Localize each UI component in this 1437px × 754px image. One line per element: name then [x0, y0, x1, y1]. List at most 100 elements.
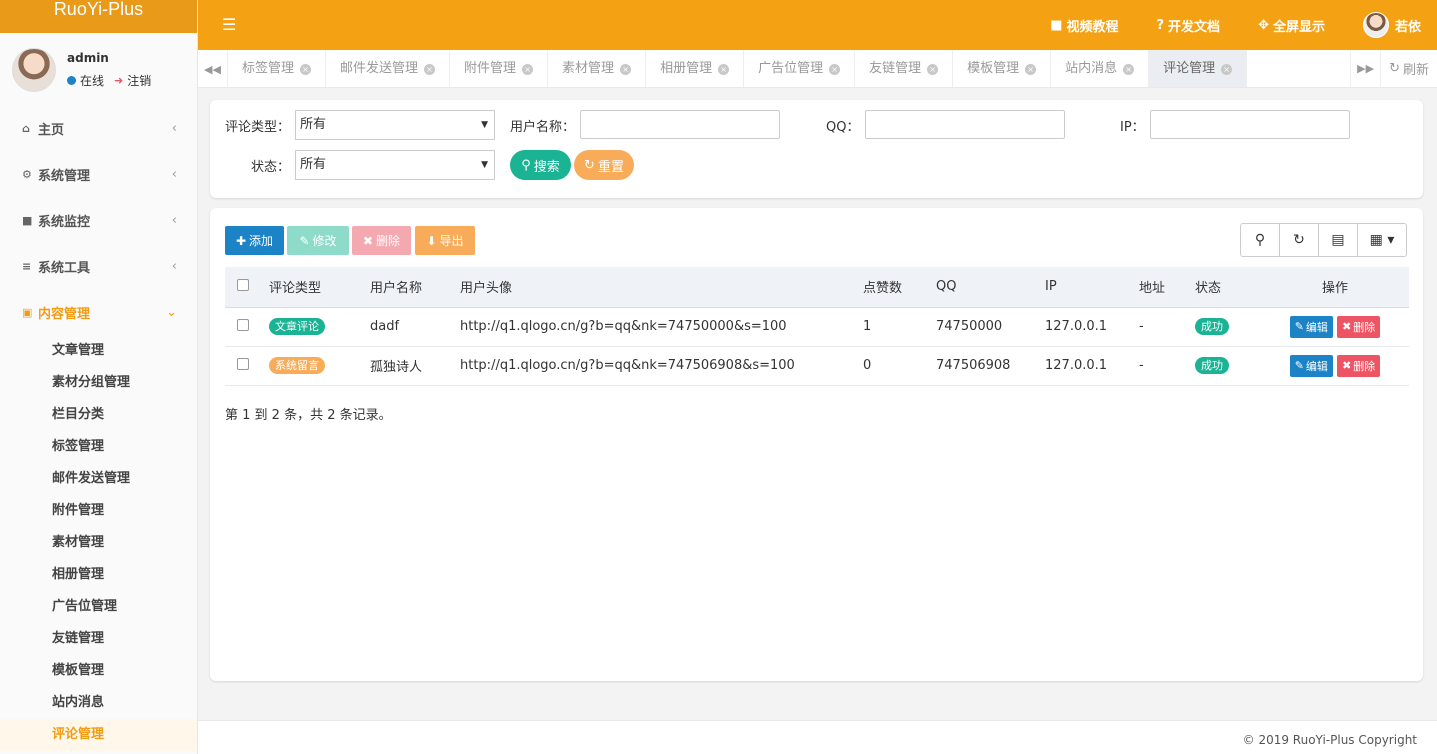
col-header[interactable]: IP	[1033, 267, 1127, 308]
button-label: 修改	[312, 234, 337, 248]
page-tab[interactable]: 素材管理 ×	[548, 50, 647, 87]
sidebar-item-label: 系统监控	[38, 214, 91, 230]
close-icon[interactable]: ×	[718, 63, 730, 75]
sidebar-item-tools[interactable]: ≡ 系统工具 ‹	[0, 243, 197, 289]
username-input[interactable]	[580, 110, 780, 139]
submenu-item[interactable]: 广告位管理	[0, 591, 197, 623]
close-icon[interactable]: ×	[1025, 63, 1037, 75]
row-delete-button[interactable]: ✖ 删除	[1337, 354, 1381, 377]
search-button[interactable]: ⚲ 搜索	[510, 150, 571, 180]
username-label: 用户名称：	[510, 120, 576, 135]
submenu-item-current[interactable]: 评论管理	[0, 719, 197, 751]
top-links: ■ 视频教程 ? 开发文档 ✥ 全屏显示 若依	[1050, 0, 1437, 50]
columns-icon[interactable]: ▦ ▾	[1358, 224, 1406, 256]
search-form-panel: 评论类型： 所有 ▼ 用户名称： QQ： IP： 状态： 所有 ▼ ⚲ 搜索 ↻…	[210, 100, 1423, 198]
page-tab[interactable]: 广告位管理 ×	[744, 50, 856, 87]
refresh-icon[interactable]: ↻	[1280, 224, 1319, 256]
page-tab[interactable]: 友链管理 ×	[855, 50, 954, 87]
close-icon[interactable]: ×	[522, 63, 534, 75]
page-tab[interactable]: 邮件发送管理 ×	[326, 50, 451, 87]
address-cell: -	[1127, 346, 1183, 386]
row-checkbox[interactable]	[237, 318, 249, 331]
row-edit-button[interactable]: ✎ 编辑	[1289, 354, 1333, 377]
col-header[interactable]: QQ	[924, 267, 1033, 308]
page-tab[interactable]: 相册管理 ×	[646, 50, 745, 87]
submenu-item[interactable]: 邮件发送管理	[0, 463, 197, 495]
close-icon[interactable]: ×	[927, 63, 939, 75]
edit-button[interactable]: ✎ 修改	[287, 226, 349, 255]
bars-icon: ≡	[22, 259, 32, 273]
qq-input[interactable]	[865, 110, 1065, 139]
submenu-item[interactable]: 友链管理	[0, 623, 197, 655]
submenu-item[interactable]: 模板管理	[0, 655, 197, 687]
close-icon[interactable]: ×	[1123, 63, 1135, 75]
close-icon[interactable]: ×	[1221, 63, 1233, 75]
submenu-item[interactable]: 素材分组管理	[0, 367, 197, 399]
export-button[interactable]: ⬇ 导出	[415, 226, 475, 255]
close-icon[interactable]: ×	[300, 63, 312, 75]
page-tab[interactable]: 标签管理 ×	[228, 50, 327, 87]
row-edit-button[interactable]: ✎ 编辑	[1289, 315, 1333, 338]
hamburger-menu-icon[interactable]: ☰	[222, 15, 236, 34]
fullscreen-link[interactable]: ✥ 全屏显示	[1258, 16, 1325, 35]
toggle-view-icon[interactable]: ▤	[1319, 224, 1358, 256]
sidebar-item-monitor[interactable]: ■ 系统监控 ‹	[0, 197, 197, 243]
page-tab[interactable]: 站内消息 ×	[1051, 50, 1150, 87]
sidebar-item-system[interactable]: ⚙ 系统管理 ‹	[0, 151, 197, 197]
avatar[interactable]	[12, 48, 56, 92]
submenu-item[interactable]: 标签管理	[0, 431, 197, 463]
chevron-left-icon: ‹	[171, 120, 177, 136]
logout-icon[interactable]: ➜	[114, 74, 123, 87]
toggle-search-icon[interactable]: ⚲	[1241, 224, 1280, 256]
col-header[interactable]: 点赞数	[851, 267, 924, 308]
logout-link[interactable]: 注销	[127, 72, 151, 89]
row-checkbox[interactable]	[237, 357, 249, 370]
add-button[interactable]: ✚ 添加	[225, 226, 284, 255]
ip-label: IP：	[1120, 120, 1145, 135]
submenu-item[interactable]: 附件管理	[0, 495, 197, 527]
dev-docs-link[interactable]: ? 开发文档	[1157, 16, 1221, 35]
status-select[interactable]: 所有 ▼	[295, 150, 495, 180]
button-label: 导出	[439, 234, 464, 248]
comment-type-select[interactable]: 所有 ▼	[295, 110, 495, 140]
select-all-checkbox[interactable]	[237, 278, 249, 291]
sidebar-item-home[interactable]: ⌂ 主页 ‹	[0, 105, 197, 151]
submenu-item[interactable]: 文章管理	[0, 335, 197, 367]
tabs-scroll-left-icon[interactable]: ◀◀	[198, 50, 228, 88]
col-header[interactable]: 状态	[1183, 267, 1261, 308]
close-icon[interactable]: ×	[829, 63, 841, 75]
col-header[interactable]: 地址	[1127, 267, 1183, 308]
page-tab[interactable]: 附件管理 ×	[450, 50, 549, 87]
submenu-item[interactable]: 站内消息	[0, 687, 197, 719]
sidebar-item-content[interactable]: ▣ 内容管理 ⌄	[0, 289, 197, 335]
video-camera-icon: ■	[1050, 17, 1063, 33]
qq-cell: 747506908	[924, 346, 1033, 386]
close-icon[interactable]: ×	[424, 63, 436, 75]
status-badge: 成功	[1195, 318, 1229, 335]
status-badge: 成功	[1195, 357, 1229, 374]
user-avatar	[1362, 12, 1389, 38]
select-all-cell	[225, 267, 257, 308]
submenu-item[interactable]: 相册管理	[0, 559, 197, 591]
ip-input[interactable]	[1150, 110, 1350, 139]
row-delete-button[interactable]: ✖ 删除	[1337, 315, 1381, 338]
top-user-menu[interactable]: 若依	[1362, 12, 1421, 38]
col-header[interactable]: 评论类型	[257, 267, 358, 308]
tabs-scroll-right-icon[interactable]: ▶▶	[1350, 49, 1380, 88]
video-tutorial-link[interactable]: ■ 视频教程	[1050, 16, 1118, 35]
col-header[interactable]: 用户名称	[358, 267, 448, 308]
submenu-item[interactable]: 素材管理	[0, 527, 197, 559]
reset-button[interactable]: ↻ 重置	[574, 150, 634, 180]
refresh-tab-button[interactable]: ↻ 刷新	[1380, 49, 1437, 88]
online-status: 在线	[80, 74, 105, 88]
page-tab-active[interactable]: 评论管理 ×	[1149, 50, 1248, 87]
table-header-row: 评论类型 用户名称 用户头像 点赞数 QQ IP 地址 状态 操作	[225, 267, 1409, 308]
home-icon: ⌂	[22, 121, 30, 135]
page-tab[interactable]: 模板管理 ×	[953, 50, 1052, 87]
video-icon: ■	[22, 213, 33, 227]
col-header[interactable]: 用户头像	[448, 267, 851, 308]
close-icon[interactable]: ×	[620, 63, 632, 75]
delete-button[interactable]: ✖ 删除	[352, 226, 411, 255]
submenu-item[interactable]: 栏目分类	[0, 399, 197, 431]
user-status: 在线 ➜ 注销	[67, 72, 151, 89]
